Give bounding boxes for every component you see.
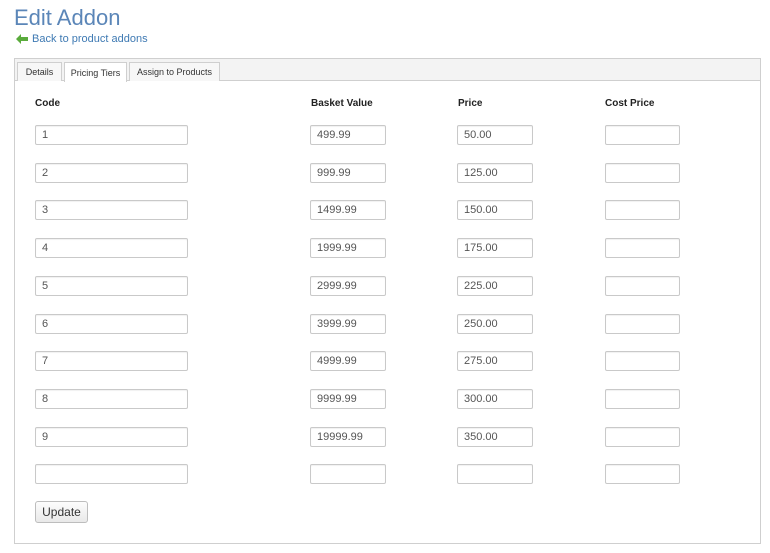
tier-basket-value-input[interactable] xyxy=(310,125,386,145)
tier-cost-price-input[interactable] xyxy=(605,163,680,183)
tier-price-input[interactable] xyxy=(457,125,533,145)
tier-price-input[interactable] xyxy=(457,163,533,183)
tier-code-input[interactable] xyxy=(35,200,188,220)
tier-cost-price-input[interactable] xyxy=(605,125,680,145)
tier-basket-value-input[interactable] xyxy=(310,351,386,371)
tier-basket-value-input[interactable] xyxy=(310,163,386,183)
tier-price-input[interactable] xyxy=(457,276,533,296)
tier-basket-value-input[interactable] xyxy=(310,200,386,220)
tier-price-input[interactable] xyxy=(457,314,533,334)
tier-cost-price-input[interactable] xyxy=(605,238,680,258)
tier-basket-value-input[interactable] xyxy=(310,464,386,484)
tier-code-input[interactable] xyxy=(35,427,188,447)
tier-price-input[interactable] xyxy=(457,200,533,220)
tier-cost-price-input[interactable] xyxy=(605,200,680,220)
tier-code-input[interactable] xyxy=(35,464,188,484)
back-link-label: Back to product addons xyxy=(32,33,148,45)
tier-basket-value-input[interactable] xyxy=(310,238,386,258)
tier-basket-value-input[interactable] xyxy=(310,276,386,296)
tab-assign-to-products[interactable]: Assign to Products xyxy=(129,62,220,81)
tier-basket-value-input[interactable] xyxy=(310,389,386,409)
tab-details[interactable]: Details xyxy=(17,62,62,81)
tier-price-input[interactable] xyxy=(457,427,533,447)
tier-code-input[interactable] xyxy=(35,125,188,145)
tier-cost-price-input[interactable] xyxy=(605,427,680,447)
tab-pricing-tiers[interactable]: Pricing Tiers xyxy=(64,62,127,82)
tier-price-input[interactable] xyxy=(457,351,533,371)
tier-basket-value-input[interactable] xyxy=(310,427,386,447)
tier-cost-price-input[interactable] xyxy=(605,276,680,296)
tier-price-input[interactable] xyxy=(457,464,533,484)
tier-price-input[interactable] xyxy=(457,238,533,258)
tier-code-input[interactable] xyxy=(35,276,188,296)
tier-cost-price-input[interactable] xyxy=(605,389,680,409)
tier-cost-price-input[interactable] xyxy=(605,314,680,334)
column-header-basket-value: Basket Value xyxy=(311,98,373,109)
tier-basket-value-input[interactable] xyxy=(310,314,386,334)
tier-cost-price-input[interactable] xyxy=(605,351,680,371)
tier-code-input[interactable] xyxy=(35,163,188,183)
update-button[interactable]: Update xyxy=(35,501,88,523)
column-header-price: Price xyxy=(458,98,483,109)
tier-price-input[interactable] xyxy=(457,389,533,409)
column-header-code: Code xyxy=(35,98,60,109)
tab-bar: Details Pricing Tiers Assign to Products xyxy=(15,59,760,82)
tier-code-input[interactable] xyxy=(35,351,188,371)
left-arrow-icon xyxy=(16,34,28,44)
column-header-cost-price: Cost Price xyxy=(605,98,655,109)
tier-code-input[interactable] xyxy=(35,389,188,409)
tier-cost-price-input[interactable] xyxy=(605,464,680,484)
back-to-addons-link[interactable]: Back to product addons xyxy=(16,33,148,45)
page-title: Edit Addon xyxy=(14,5,121,30)
tier-code-input[interactable] xyxy=(35,238,188,258)
tier-code-input[interactable] xyxy=(35,314,188,334)
